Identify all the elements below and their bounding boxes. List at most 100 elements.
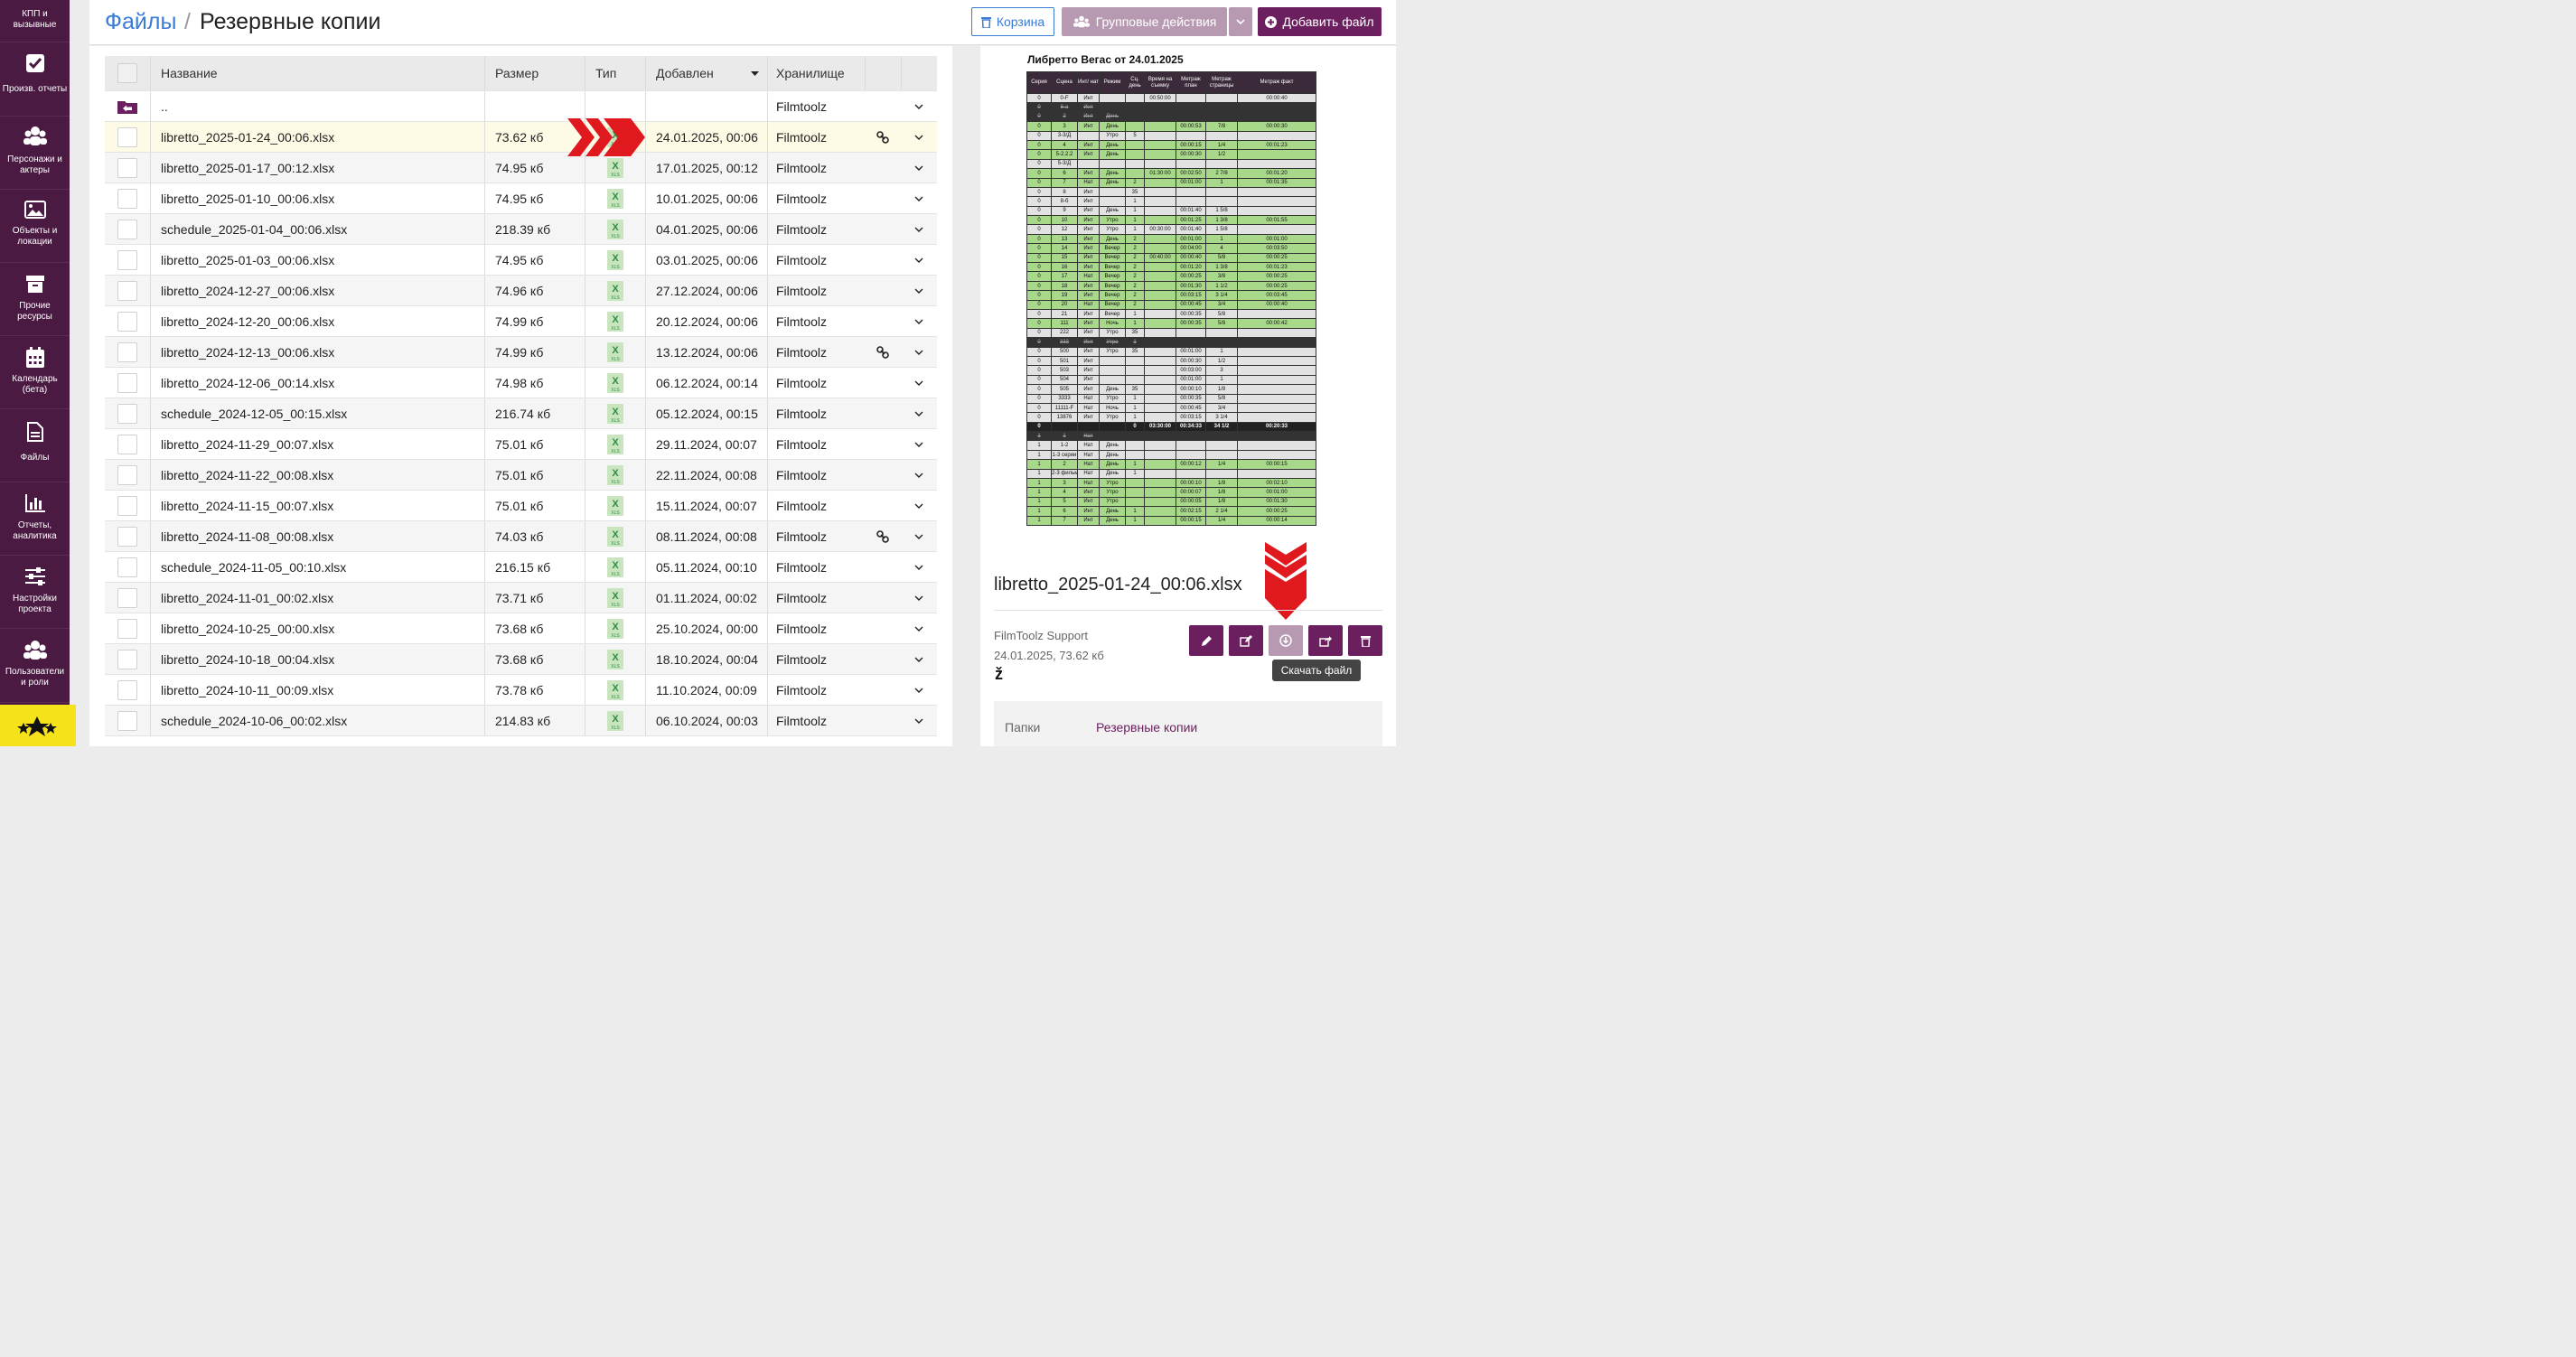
- sidebar-item-locations[interactable]: Объекты и локации: [0, 190, 70, 263]
- table-row[interactable]: schedule_2024-12-05_00:15.xlsx 216.74 кб X…: [105, 398, 937, 429]
- file-name[interactable]: libretto_2024-12-27_00:06.xlsx: [150, 276, 484, 305]
- table-row[interactable]: libretto_2024-12-13_00:06.xlsx 74.99 кб X X…: [105, 337, 937, 368]
- row-checkbox[interactable]: [117, 126, 137, 147]
- table-row[interactable]: libretto_2024-11-01_00:02.xlsx 73.71 кб X X…: [105, 583, 937, 613]
- row-menu-button[interactable]: [901, 337, 937, 367]
- file-name[interactable]: schedule_2024-10-06_00:02.xlsx: [150, 706, 484, 735]
- download-button[interactable]: [1269, 625, 1303, 656]
- file-name[interactable]: libretto_2025-01-10_00:06.xlsx: [150, 183, 484, 213]
- row-checkbox[interactable]: [117, 649, 137, 669]
- table-row[interactable]: schedule_2024-10-06_00:02.xlsx 214.83 кб X…: [105, 706, 937, 736]
- file-name[interactable]: schedule_2025-01-04_00:06.xlsx: [150, 214, 484, 244]
- row-menu-button[interactable]: [901, 183, 937, 213]
- table-row[interactable]: schedule_2025-01-04_00:06.xlsx 218.39 кб X…: [105, 214, 937, 245]
- sidebar-item-calendar[interactable]: Календарь (бета): [0, 336, 70, 409]
- star-button[interactable]: [0, 705, 76, 746]
- row-checkbox[interactable]: [117, 372, 137, 393]
- table-row[interactable]: libretto_2024-10-18_00:04.xlsx 73.68 кб X X…: [105, 644, 937, 675]
- trash-button[interactable]: Корзина: [971, 7, 1054, 36]
- sidebar-item-settings[interactable]: Настройки проекта: [0, 556, 70, 629]
- row-menu-button[interactable]: [901, 552, 937, 582]
- file-name[interactable]: libretto_2024-11-22_00:08.xlsx: [150, 460, 484, 490]
- row-menu-button[interactable]: [901, 91, 937, 121]
- file-name[interactable]: libretto_2024-11-15_00:07.xlsx: [150, 491, 484, 520]
- row-menu-button[interactable]: [901, 306, 937, 336]
- row-menu-button[interactable]: [901, 644, 937, 674]
- file-name[interactable]: libretto_2024-11-29_00:07.xlsx: [150, 429, 484, 459]
- row-menu-button[interactable]: [901, 521, 937, 551]
- sidebar-item-characters[interactable]: Персонажи и актеры: [0, 117, 70, 190]
- row-menu-button[interactable]: [901, 429, 937, 459]
- table-row[interactable]: libretto_2024-10-11_00:09.xlsx 73.78 кб X X…: [105, 675, 937, 706]
- row-checkbox[interactable]: [117, 464, 137, 485]
- table-row[interactable]: libretto_2025-01-17_00:12.xlsx 74.95 кб X X…: [105, 153, 937, 183]
- select-all-cell[interactable]: [105, 56, 150, 90]
- file-name[interactable]: schedule_2024-11-05_00:10.xlsx: [150, 552, 484, 582]
- link-cell[interactable]: [865, 337, 901, 367]
- file-name[interactable]: schedule_2024-12-05_00:15.xlsx: [150, 398, 484, 428]
- table-row[interactable]: libretto_2024-12-27_00:06.xlsx 74.96 кб X X…: [105, 276, 937, 306]
- table-row[interactable]: libretto_2024-10-25_00:00.xlsx 73.68 кб X X…: [105, 613, 937, 644]
- file-name[interactable]: libretto_2024-12-13_00:06.xlsx: [150, 337, 484, 367]
- file-name[interactable]: libretto_2024-11-08_00:08.xlsx: [150, 521, 484, 551]
- file-name[interactable]: libretto_2024-11-01_00:02.xlsx: [150, 583, 484, 613]
- row-checkbox[interactable]: [117, 526, 137, 547]
- row-checkbox[interactable]: [117, 403, 137, 424]
- row-checkbox[interactable]: [117, 311, 137, 332]
- row-menu-button[interactable]: [901, 613, 937, 643]
- group-actions-button[interactable]: Групповые действия: [1062, 7, 1227, 36]
- column-header-type[interactable]: Тип: [585, 56, 645, 90]
- row-checkbox[interactable]: [117, 679, 137, 700]
- table-row[interactable]: libretto_2024-11-08_00:08.xlsx 74.03 кб X X…: [105, 521, 937, 552]
- sidebar-item-resources[interactable]: Прочие ресурсы: [0, 263, 70, 336]
- sidebar-item-files[interactable]: Файлы: [0, 409, 70, 482]
- sidebar-item-users[interactable]: Пользователи и роли: [0, 629, 70, 703]
- file-name[interactable]: libretto_2025-01-03_00:06.xlsx: [150, 245, 484, 275]
- link-cell[interactable]: [865, 122, 901, 152]
- row-checkbox[interactable]: [117, 557, 137, 577]
- parent-folder-row[interactable]: .. Filmtoolz: [105, 91, 937, 122]
- row-checkbox[interactable]: [117, 495, 137, 516]
- sidebar-item-reports[interactable]: Произв. отчеты: [0, 42, 70, 117]
- row-menu-button[interactable]: [901, 122, 937, 152]
- column-header-size[interactable]: Размер: [484, 56, 585, 90]
- row-menu-button[interactable]: [901, 245, 937, 275]
- row-menu-button[interactable]: [901, 368, 937, 398]
- file-name[interactable]: libretto_2024-10-18_00:04.xlsx: [150, 644, 484, 674]
- file-name[interactable]: libretto_2025-01-24_00:06.xlsx: [150, 122, 484, 152]
- table-row[interactable]: libretto_2024-11-29_00:07.xlsx 75.01 кб X X…: [105, 429, 937, 460]
- folders-link[interactable]: Резервные копии: [1096, 720, 1197, 735]
- add-file-button[interactable]: Добавить файл: [1258, 7, 1382, 36]
- link-cell[interactable]: [865, 521, 901, 551]
- file-name[interactable]: libretto_2024-12-06_00:14.xlsx: [150, 368, 484, 398]
- delete-button[interactable]: [1348, 625, 1382, 656]
- file-name[interactable]: libretto_2024-10-25_00:00.xlsx: [150, 613, 484, 643]
- row-checkbox[interactable]: [117, 249, 137, 270]
- column-header-storage[interactable]: Хранилище: [767, 56, 865, 90]
- sidebar-item-analytics[interactable]: Отчеты, аналитика: [0, 482, 70, 556]
- row-menu-button[interactable]: [901, 153, 937, 182]
- row-menu-button[interactable]: [901, 583, 937, 613]
- table-row[interactable]: libretto_2024-11-22_00:08.xlsx 75.01 кб X X…: [105, 460, 937, 491]
- share-button[interactable]: [1308, 625, 1343, 656]
- table-row[interactable]: schedule_2024-11-05_00:10.xlsx 216.15 кб X…: [105, 552, 937, 583]
- row-menu-button[interactable]: [901, 675, 937, 705]
- row-checkbox[interactable]: [117, 157, 137, 178]
- sidebar-item-kpp[interactable]: КПП и вызывные: [0, 0, 70, 42]
- row-menu-button[interactable]: [901, 706, 937, 735]
- column-header-name[interactable]: Название: [150, 56, 484, 90]
- table-row[interactable]: libretto_2025-01-03_00:06.xlsx 74.95 кб X X…: [105, 245, 937, 276]
- row-menu-button[interactable]: [901, 460, 937, 490]
- select-all-checkbox[interactable]: [117, 63, 137, 83]
- row-checkbox[interactable]: [117, 434, 137, 454]
- row-menu-button[interactable]: [901, 276, 937, 305]
- row-menu-button[interactable]: [901, 214, 937, 244]
- file-name[interactable]: libretto_2025-01-17_00:12.xlsx: [150, 153, 484, 182]
- row-checkbox[interactable]: [117, 280, 137, 301]
- edit-button[interactable]: [1229, 625, 1263, 656]
- file-name[interactable]: libretto_2024-12-20_00:06.xlsx: [150, 306, 484, 336]
- row-checkbox[interactable]: [117, 188, 137, 209]
- breadcrumb-files-link[interactable]: Файлы: [105, 9, 176, 35]
- row-checkbox[interactable]: [117, 342, 137, 362]
- parent-folder-name[interactable]: ..: [150, 91, 484, 121]
